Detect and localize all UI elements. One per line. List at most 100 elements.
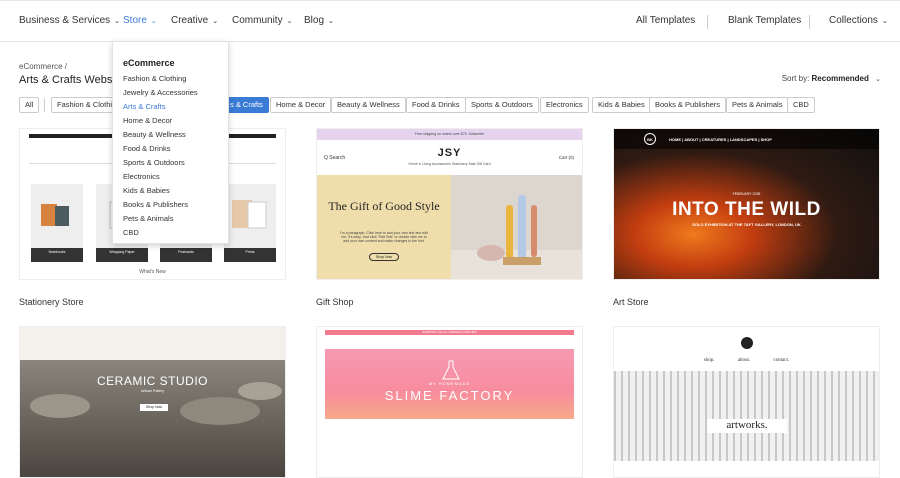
nav-blog[interactable]: Blog ⌄ <box>304 15 334 26</box>
product-image <box>232 200 267 229</box>
filter-chip-arts-crafts[interactable]: s & Crafts <box>224 97 269 113</box>
thumbnail-logo: JSY <box>437 147 462 159</box>
lab-flask-icon <box>442 360 460 380</box>
filter-chip-kids[interactable]: Kids & Babies <box>592 97 651 113</box>
dropdown-item-food[interactable]: Food & Drinks <box>123 144 171 153</box>
thumbnail-hero-text-panel: The Gift of Good Style I'm a paragraph. … <box>317 175 451 279</box>
thumbnail-hero-title: CERAMIC STUDIO <box>96 374 208 388</box>
thumbnail-date: FEBRUARY 2035 <box>732 192 761 196</box>
template-thumbnail: CERAMIC STUDIO Artisan Pottery Shop Now <box>19 326 286 478</box>
chevron-down-icon: ⌄ <box>875 76 881 83</box>
breadcrumb[interactable]: eCommerce / <box>19 62 67 71</box>
nav-store[interactable]: Store ⌄ <box>123 15 157 26</box>
chevron-down-icon: ⌄ <box>881 18 888 25</box>
product-tile: Prints <box>224 184 276 262</box>
thumbnail-nav-bar: BK HOME | ABOUT | CREATURES | LANDSCAPES… <box>614 129 879 149</box>
chevron-down-icon: ⌄ <box>212 18 219 25</box>
filter-chip-beauty[interactable]: Beauty & Wellness <box>331 97 406 113</box>
nav-business-services[interactable]: Business & Services ⌄ <box>19 15 120 26</box>
product-image <box>41 204 69 226</box>
filter-chip-food[interactable]: Food & Drinks <box>406 97 466 113</box>
chevron-down-icon: ⌄ <box>286 18 293 25</box>
dropdown-item-home-decor[interactable]: Home & Decor <box>123 116 172 125</box>
nav-label: Blank Templates <box>728 15 802 26</box>
dropdown-item-pets[interactable]: Pets & Animals <box>123 214 173 223</box>
nav-label: All Templates <box>636 15 696 26</box>
nav-community[interactable]: Community ⌄ <box>232 15 292 26</box>
product-label: Notebooks <box>31 248 83 262</box>
template-thumbnail: shop. about. contact. artworks. <box>613 326 880 478</box>
nav-collections[interactable]: Collections ⌄ <box>829 15 888 26</box>
product-label: Postcards <box>160 248 212 262</box>
template-thumbnail: BK HOME | ABOUT | CREATURES | LANDSCAPES… <box>613 128 880 280</box>
product-tile: Notebooks <box>31 184 83 262</box>
nav-blank-templates[interactable]: Blank Templates <box>728 15 801 26</box>
thumbnail-hero-eyebrow: MY HOMEMADE <box>428 381 471 386</box>
filter-chip-sports[interactable]: Sports & Outdoors <box>465 97 539 113</box>
nav-label: Store <box>123 15 147 26</box>
sort-label: Sort by: <box>781 74 810 83</box>
product-label: Prints <box>224 248 276 262</box>
chevron-down-icon: ⌄ <box>114 18 121 25</box>
dropdown-item-sports[interactable]: Sports & Outdoors <box>123 158 185 167</box>
thumbnail-hero-title: SLIME FACTORY <box>384 388 515 403</box>
thumbnail-hero-text: I'm a paragraph. Click here to add your … <box>340 231 428 243</box>
thumbnail-nav: Home & Living Accessories Stationery Sal… <box>408 162 491 166</box>
dropdown-item-jewelry[interactable]: Jewelry & Accessories <box>123 88 198 97</box>
thumbnail-caption: What's New <box>139 269 166 275</box>
nav-label: Community <box>232 15 283 26</box>
thumbnail-hero-image <box>451 175 582 279</box>
template-name[interactable]: Art Store <box>613 297 649 307</box>
page-title: Arts & Crafts Websit <box>19 74 118 86</box>
chip-divider <box>44 98 45 112</box>
filter-chip-home-decor[interactable]: Home & Decor <box>270 97 332 113</box>
filter-chip-electronics[interactable]: Electronics <box>540 97 589 113</box>
filter-chip-pets[interactable]: Pets & Animals <box>726 97 789 113</box>
bowls-image <box>30 382 282 425</box>
thumbnail-hero-title: The Gift of Good Style <box>328 199 440 213</box>
nav-label: Blog <box>304 15 325 26</box>
dropdown-heading[interactable]: eCommerce <box>123 58 175 68</box>
thumbnail-banner: SHIPPING ON ALL ORDERS OVER $50 <box>325 330 574 335</box>
thumbnail-hero-subtitle: Artisan Pottery <box>141 389 164 393</box>
nav-label: Creative <box>171 15 209 26</box>
sort-value: Recommended <box>811 74 869 83</box>
thumbnail-hero-button: Shop Now <box>140 404 168 411</box>
thumbnail-logo <box>741 337 753 349</box>
template-name[interactable]: Gift Shop <box>316 297 354 307</box>
thumbnail-banner: Free shipping on orders over $75. Subscr… <box>317 129 582 140</box>
store-dropdown-menu: eCommerce Fashion & Clothing Jewelry & A… <box>112 41 229 244</box>
template-thumbnail: Free shipping on orders over $75. Subscr… <box>316 128 583 280</box>
top-navigation: Business & Services ⌄ Store ⌄ Creative ⌄ Co… <box>0 0 900 42</box>
chevron-down-icon: ⌄ <box>150 18 157 25</box>
filter-chip-books[interactable]: Books & Publishers <box>649 97 727 113</box>
dropdown-item-cbd[interactable]: CBD <box>123 228 139 237</box>
thumbnail-hero-button: Shop Now <box>369 253 399 261</box>
nav-all-templates[interactable]: All Templates <box>636 15 695 26</box>
nav-divider <box>809 15 810 29</box>
building-image <box>614 371 879 461</box>
thumbnail-nav: HOME | ABOUT | CREATURES | LANDSCAPES | … <box>669 137 772 142</box>
candles-image <box>451 195 582 279</box>
dropdown-item-books[interactable]: Books & Publishers <box>123 200 188 209</box>
thumbnail-hero-subtitle: SOLO EXHIBITION AT THE TAFT GALLERY, LON… <box>692 222 801 227</box>
dropdown-item-fashion[interactable]: Fashion & Clothing <box>123 74 186 83</box>
template-name[interactable]: Stationery Store <box>19 297 84 307</box>
thumbnail-logo: BK <box>644 133 656 145</box>
template-thumbnail: SHIPPING ON ALL ORDERS OVER $50 MY HOMEM… <box>316 326 583 478</box>
dropdown-item-kids[interactable]: Kids & Babies <box>123 186 170 195</box>
filter-chip-all[interactable]: All <box>19 97 40 113</box>
nav-label: Collections <box>829 15 878 26</box>
filter-chip-cbd[interactable]: CBD <box>787 97 815 113</box>
nav-creative[interactable]: Creative ⌄ <box>171 15 218 26</box>
nav-label: Business & Services <box>19 15 111 26</box>
sort-dropdown[interactable]: Sort by: Recommended ⌄ <box>782 74 881 83</box>
thumbnail-nav: shop. about. contact. <box>703 358 790 363</box>
product-label: Wrapping Paper <box>96 248 148 262</box>
thumbnail-hero-title: artworks. <box>707 419 787 433</box>
dropdown-item-electronics[interactable]: Electronics <box>123 172 160 181</box>
thumbnail-hero-title: INTO THE WILD <box>672 199 821 220</box>
dropdown-item-beauty[interactable]: Beauty & Wellness <box>123 130 186 139</box>
nav-divider <box>707 15 708 29</box>
dropdown-item-arts-crafts[interactable]: Arts & Crafts <box>123 102 166 111</box>
